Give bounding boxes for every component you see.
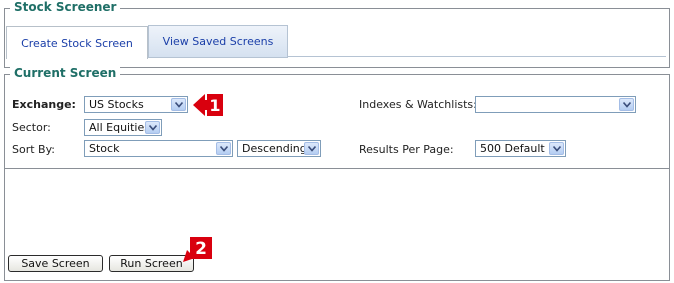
sort-by-value: Stock xyxy=(89,142,120,155)
sort-order-value: Descending xyxy=(242,142,307,155)
sector-select[interactable]: All Equities xyxy=(84,119,162,136)
exchange-label: Exchange: xyxy=(12,98,76,111)
chevron-down-icon xyxy=(619,98,634,111)
sort-order-select[interactable]: Descending xyxy=(237,140,321,157)
sector-label: Sector: xyxy=(12,121,51,134)
results-per-page-select[interactable]: 500 Default xyxy=(475,140,566,157)
annotation-arrow-1: 1 xyxy=(193,94,223,116)
tab-view-saved-screens[interactable]: View Saved Screens xyxy=(148,25,288,58)
stock-screener-legend: Stock Screener xyxy=(10,0,121,14)
chevron-down-icon xyxy=(549,142,564,155)
save-screen-button[interactable]: Save Screen xyxy=(8,255,103,272)
chevron-down-icon xyxy=(304,142,319,155)
sort-by-select[interactable]: Stock xyxy=(84,140,233,157)
indexes-watchlists-select[interactable] xyxy=(475,96,636,113)
annotation-number-2: 2 xyxy=(195,239,207,259)
exchange-select[interactable]: US Stocks xyxy=(84,96,188,113)
chevron-down-icon xyxy=(216,142,231,155)
indexes-watchlists-label: Indexes & Watchlists: xyxy=(359,98,477,111)
chevron-down-icon xyxy=(145,121,160,134)
results-per-page-label: Results Per Page: xyxy=(359,143,454,156)
section-divider xyxy=(4,168,670,169)
annotation-arrow-2: 2 xyxy=(183,237,212,262)
sort-by-label: Sort By: xyxy=(12,143,56,156)
annotation-number-1: 1 xyxy=(209,96,220,115)
current-screen-legend: Current Screen xyxy=(10,66,121,80)
exchange-value: US Stocks xyxy=(89,98,144,111)
chevron-down-icon xyxy=(171,98,186,111)
sector-value: All Equities xyxy=(89,121,150,134)
tab-create-stock-screen[interactable]: Create Stock Screen xyxy=(6,26,148,59)
results-per-page-value: 500 Default xyxy=(480,142,545,155)
